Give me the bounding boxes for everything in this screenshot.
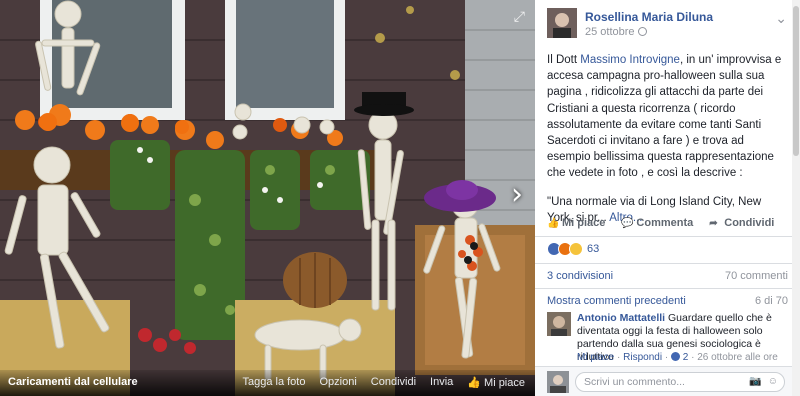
- photo-viewer: ⤢ › Caricamenti dal cellulare Tagga la f…: [0, 0, 800, 396]
- next-photo-chevron-icon[interactable]: ›: [511, 180, 523, 210]
- comment-likes-count: 2: [682, 352, 689, 363]
- thumbs-up-icon: 👍: [547, 217, 560, 229]
- scrollbar-thumb[interactable]: [793, 6, 799, 156]
- comment-meta: Mi piace · Rispondi · 2 · 26 ottobre all…: [577, 352, 778, 363]
- post-options-chevron-icon[interactable]: ⌄: [775, 10, 787, 27]
- post-author[interactable]: Rosellina Maria Diluna: [585, 10, 713, 24]
- comment-like-link[interactable]: Mi piace: [577, 352, 614, 363]
- privacy-globe-icon: [637, 27, 647, 36]
- like-label: Mi piace: [562, 217, 606, 229]
- photo-pane[interactable]: ⤢ › Caricamenti dal cellulare Tagga la f…: [0, 0, 535, 396]
- comment-reply-link[interactable]: Rispondi: [623, 352, 662, 363]
- halloween-photo: [0, 0, 535, 396]
- post-text-lead: Il Dott: [547, 54, 581, 66]
- tag-photo-button[interactable]: Tagga la foto: [242, 376, 305, 389]
- post-paragraph: Il Dott Massimo Introvigne, in un' impro…: [547, 52, 787, 182]
- emoji-icon[interactable]: ☺: [768, 376, 778, 387]
- like-photo-label: Mi piace: [484, 377, 525, 389]
- options-button[interactable]: Opzioni: [319, 376, 356, 389]
- post-header: Rosellina Maria Diluna 25 ottobre ⌄: [547, 8, 787, 40]
- comment-label: Commenta: [636, 217, 694, 229]
- divider: [535, 288, 792, 289]
- photo-actions: Tagga la foto Opzioni Condividi Invia 👍 …: [242, 376, 525, 389]
- send-photo-button[interactable]: Invia: [430, 376, 453, 389]
- post-date[interactable]: 25 ottobre: [585, 26, 647, 38]
- share-button[interactable]: ➦ Condividi: [709, 217, 774, 229]
- share-arrow-icon: ➦: [709, 217, 718, 229]
- scrollbar[interactable]: [792, 0, 800, 396]
- mention-link[interactable]: Massimo Introvigne: [580, 54, 680, 66]
- like-button[interactable]: 👍 Mi piace: [547, 217, 605, 229]
- expand-icon[interactable]: ⤢: [514, 8, 525, 25]
- album-title[interactable]: Caricamenti dal cellulare: [8, 376, 138, 388]
- haha-reaction-icon: [569, 242, 583, 256]
- photo-footer-bar: Caricamenti dal cellulare Tagga la foto …: [0, 370, 535, 396]
- share-photo-button[interactable]: Condividi: [371, 376, 416, 389]
- commenter-name[interactable]: Antonio Mattatelli: [577, 312, 665, 324]
- divider: [535, 263, 792, 264]
- camera-icon[interactable]: 📷: [749, 376, 761, 387]
- reaction-count[interactable]: 63: [587, 243, 599, 255]
- like-photo-button[interactable]: 👍 Mi piace: [467, 376, 525, 389]
- post-date-text: 25 ottobre: [585, 26, 635, 38]
- comment-time[interactable]: 26 ottobre alle ore: [697, 352, 778, 363]
- comment-button[interactable]: 💬 Commenta: [621, 217, 693, 229]
- author-avatar[interactable]: [547, 8, 577, 38]
- share-label: Condividi: [724, 217, 775, 229]
- like-reaction-icon: [670, 352, 680, 361]
- current-user-avatar: [547, 371, 569, 393]
- comment-likes[interactable]: 2: [670, 352, 689, 363]
- composer-tools: 📷 ☺: [749, 376, 778, 387]
- thumbs-up-icon: 👍: [467, 377, 481, 389]
- reactions-summary[interactable]: 63: [547, 241, 599, 257]
- post-body: Il Dott Massimo Introvigne, in un' impro…: [547, 52, 787, 238]
- commenter-avatar[interactable]: [547, 312, 571, 336]
- comments-count: 70 commenti: [725, 270, 788, 282]
- shares-count[interactable]: 3 condivisioni: [547, 270, 613, 282]
- previous-comments-link[interactable]: Mostra commenti precedenti: [547, 295, 686, 307]
- post-text-main: , in un' improvvisa e accesa campagna pr…: [547, 54, 782, 180]
- post-action-bar: 👍 Mi piace 💬 Commenta ➦ Condividi: [547, 212, 787, 234]
- post-side-panel: Rosellina Maria Diluna 25 ottobre ⌄ Il D…: [535, 0, 800, 396]
- comment-bubble-icon: 💬: [621, 217, 634, 229]
- comments-page-count: 6 di 70: [754, 295, 788, 307]
- divider: [535, 236, 792, 237]
- comment-composer: 📷 ☺: [535, 366, 792, 396]
